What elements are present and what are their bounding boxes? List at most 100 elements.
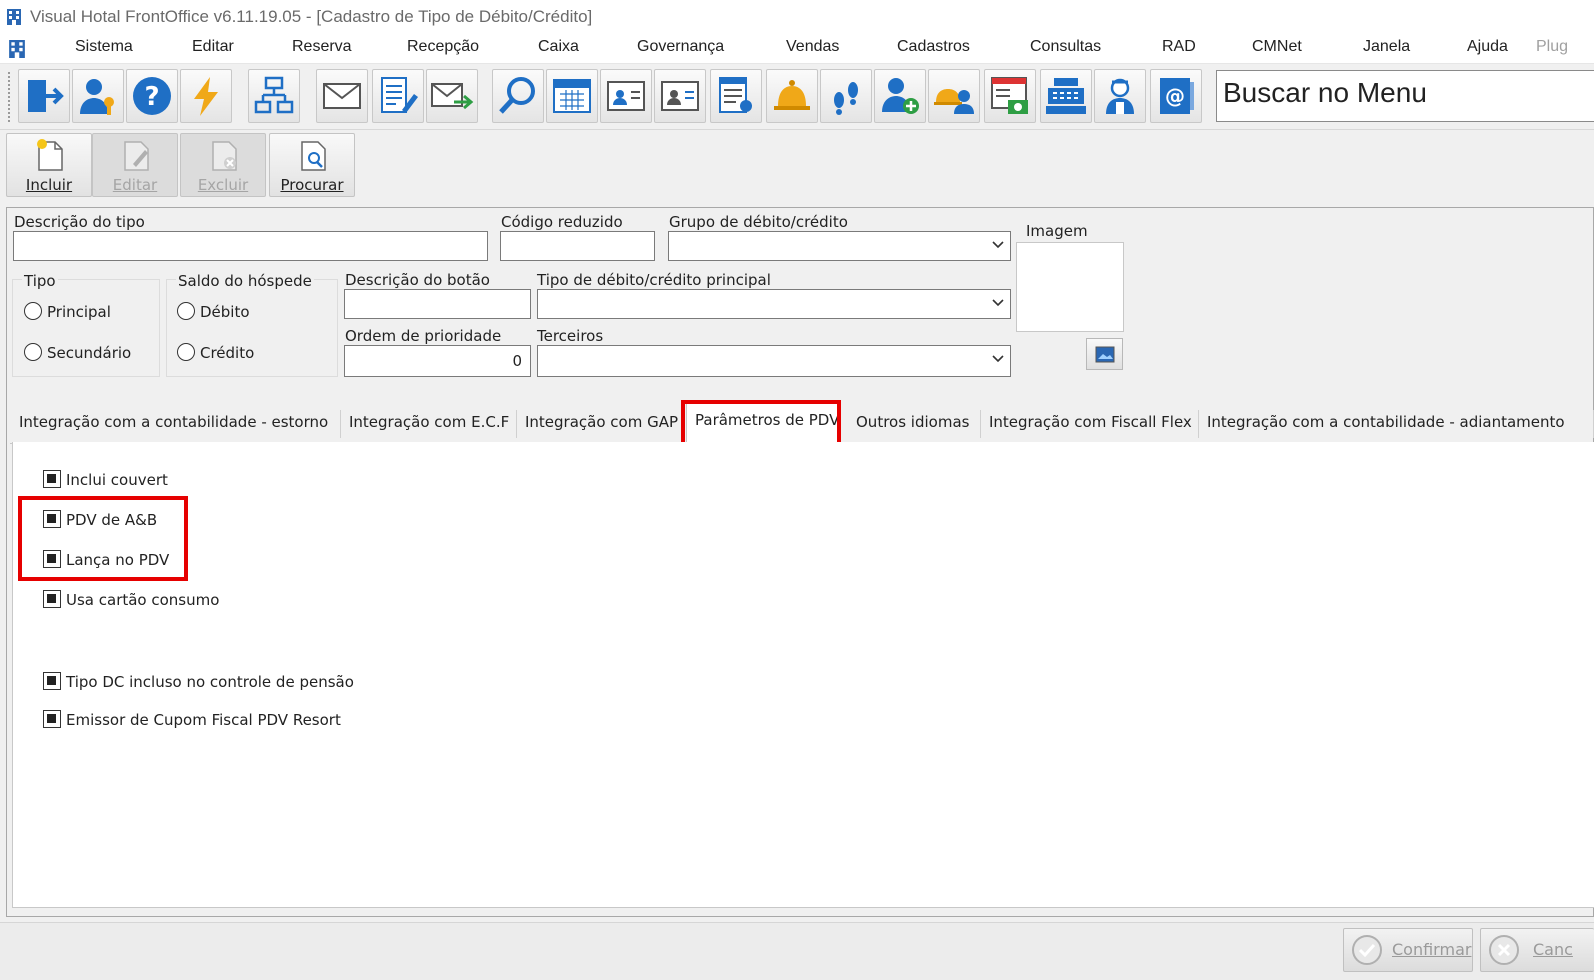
descricao-tipo-input[interactable] <box>13 231 488 261</box>
menu-cmnet[interactable]: CMNet <box>1252 38 1302 56</box>
send-mail-button[interactable] <box>426 69 478 123</box>
menu-ajuda[interactable]: Ajuda <box>1467 38 1508 56</box>
help-button[interactable]: ? <box>126 69 178 123</box>
bell-button[interactable] <box>766 69 818 123</box>
invoice-button[interactable] <box>984 69 1036 123</box>
terceiros-label: Terceiros <box>537 327 604 345</box>
search-icon <box>499 77 535 114</box>
edit-document-icon <box>381 77 418 113</box>
room-service-button[interactable] <box>928 69 980 123</box>
saldo-credito-radio[interactable] <box>177 343 195 361</box>
menu-sistema[interactable]: Sistema <box>75 38 133 56</box>
saldo-group <box>166 279 338 377</box>
footprints-button[interactable] <box>820 69 872 123</box>
tipo-principal-dc-label: Tipo de débito/crédito principal <box>537 271 771 289</box>
footprints-icon <box>834 82 858 115</box>
ordem-label: Ordem de prioridade <box>345 327 502 345</box>
incluir-label: Incluir <box>25 176 73 194</box>
report-button[interactable] <box>710 69 762 123</box>
tipo-secundario-radio[interactable] <box>24 343 42 361</box>
tab-ecf[interactable]: Integração com E.C.F <box>341 410 517 438</box>
toolbar-grip[interactable] <box>8 72 14 122</box>
search-button[interactable] <box>492 69 544 123</box>
chevron-down-icon <box>992 241 1004 249</box>
inclui-couvert-checkbox[interactable] <box>43 470 61 488</box>
menu-search-input[interactable]: Buscar no Menu <box>1216 70 1594 122</box>
email-book-icon: @ <box>1160 78 1194 114</box>
calendar-button[interactable] <box>546 69 598 123</box>
menu-plug[interactable]: Plug <box>1536 38 1568 56</box>
id-card-icon <box>661 81 699 111</box>
usa-cartao-consumo-checkbox[interactable] <box>43 590 61 608</box>
chevron-down-icon <box>992 355 1004 363</box>
tipo-principal-dc-select[interactable] <box>537 289 1011 319</box>
menu-consultas[interactable]: Consultas <box>1030 38 1101 56</box>
picture-icon <box>1095 346 1115 363</box>
chevron-down-icon <box>992 299 1004 307</box>
descricao-botao-input[interactable] <box>344 289 531 319</box>
tipo-dc-pensao-checkbox[interactable] <box>43 672 61 690</box>
menu-janela[interactable]: Janela <box>1363 38 1410 56</box>
procurar-button[interactable]: Procurar <box>269 133 355 197</box>
saldo-debito-radio[interactable] <box>177 302 195 320</box>
title-bar: Visual Hotal FrontOffice v6.11.19.05 - [… <box>0 0 1594 34</box>
tab-fiscall-flex[interactable]: Integração com Fiscall Flex <box>981 410 1199 438</box>
card-button[interactable] <box>600 69 652 123</box>
lightning-button[interactable] <box>180 69 232 123</box>
cash-register-button[interactable] <box>1040 69 1092 123</box>
menu-cadastros[interactable]: Cadastros <box>897 38 970 56</box>
menu-recepcao[interactable]: Recepção <box>407 38 479 56</box>
menu-caixa[interactable]: Caixa <box>538 38 579 56</box>
incluir-button[interactable]: Incluir <box>6 133 92 197</box>
cash-register-icon <box>1046 78 1086 114</box>
exit-button[interactable] <box>18 69 70 123</box>
cancelar-button[interactable]: Canc <box>1480 928 1594 972</box>
grupo-select[interactable] <box>668 231 1011 261</box>
network-button[interactable] <box>248 69 300 123</box>
network-icon <box>254 76 294 114</box>
tipo-label: Tipo <box>22 272 58 290</box>
exit-icon <box>28 80 64 112</box>
menu-rad[interactable]: RAD <box>1162 38 1196 56</box>
find-document-icon <box>301 141 326 171</box>
tipo-principal-radio[interactable] <box>24 302 42 320</box>
descricao-tipo-label: Descrição do tipo <box>14 213 145 231</box>
tab-gap[interactable]: Integração com GAP <box>517 410 683 438</box>
tab-contabilidade-estorno[interactable]: Integração com a contabilidade - estorno <box>11 410 341 438</box>
check-icon <box>1352 935 1382 965</box>
bell-icon <box>774 80 810 110</box>
confirmar-button[interactable]: Confirmar <box>1343 928 1473 972</box>
user-key-button[interactable] <box>72 69 124 123</box>
app-menu-icon[interactable] <box>8 38 26 60</box>
tipo-secundario-label: Secundário <box>47 344 132 362</box>
invoice-icon <box>991 77 1028 114</box>
app-logo-icon <box>7 9 21 25</box>
menu-reserva[interactable]: Reserva <box>292 38 352 56</box>
mail-button[interactable] <box>316 69 368 123</box>
tab-outros-idiomas[interactable]: Outros idiomas <box>848 410 981 438</box>
terceiros-select[interactable] <box>537 345 1011 377</box>
editar-button[interactable]: Editar <box>92 133 178 197</box>
descricao-botao-label: Descrição do botão <box>345 271 490 289</box>
emissor-cupom-checkbox[interactable] <box>43 710 61 728</box>
delete-icon <box>212 141 237 171</box>
menu-vendas[interactable]: Vendas <box>786 38 839 56</box>
add-user-button[interactable] <box>874 69 926 123</box>
excluir-button[interactable]: Excluir <box>180 133 266 197</box>
checkbox-highlight-box <box>18 496 188 581</box>
procurar-label: Procurar <box>280 176 344 194</box>
email-book-button[interactable]: @ <box>1150 69 1202 123</box>
choose-image-button[interactable] <box>1086 338 1123 370</box>
housekeeper-button[interactable] <box>1094 69 1146 123</box>
edit-icon <box>124 141 149 171</box>
ordem-input[interactable]: 0 <box>344 345 531 377</box>
lightning-icon <box>194 77 218 116</box>
tab-contabilidade-adiantamento[interactable]: Integração com a contabilidade - adianta… <box>1199 410 1594 438</box>
menu-editar[interactable]: Editar <box>192 38 234 56</box>
codigo-reduzido-input[interactable] <box>500 231 655 261</box>
id-card-button[interactable] <box>654 69 706 123</box>
saldo-debito-label: Débito <box>200 303 250 321</box>
edit-document-button[interactable] <box>372 69 424 123</box>
menu-governanca[interactable]: Governança <box>637 38 724 56</box>
housekeeper-icon <box>1106 78 1134 114</box>
